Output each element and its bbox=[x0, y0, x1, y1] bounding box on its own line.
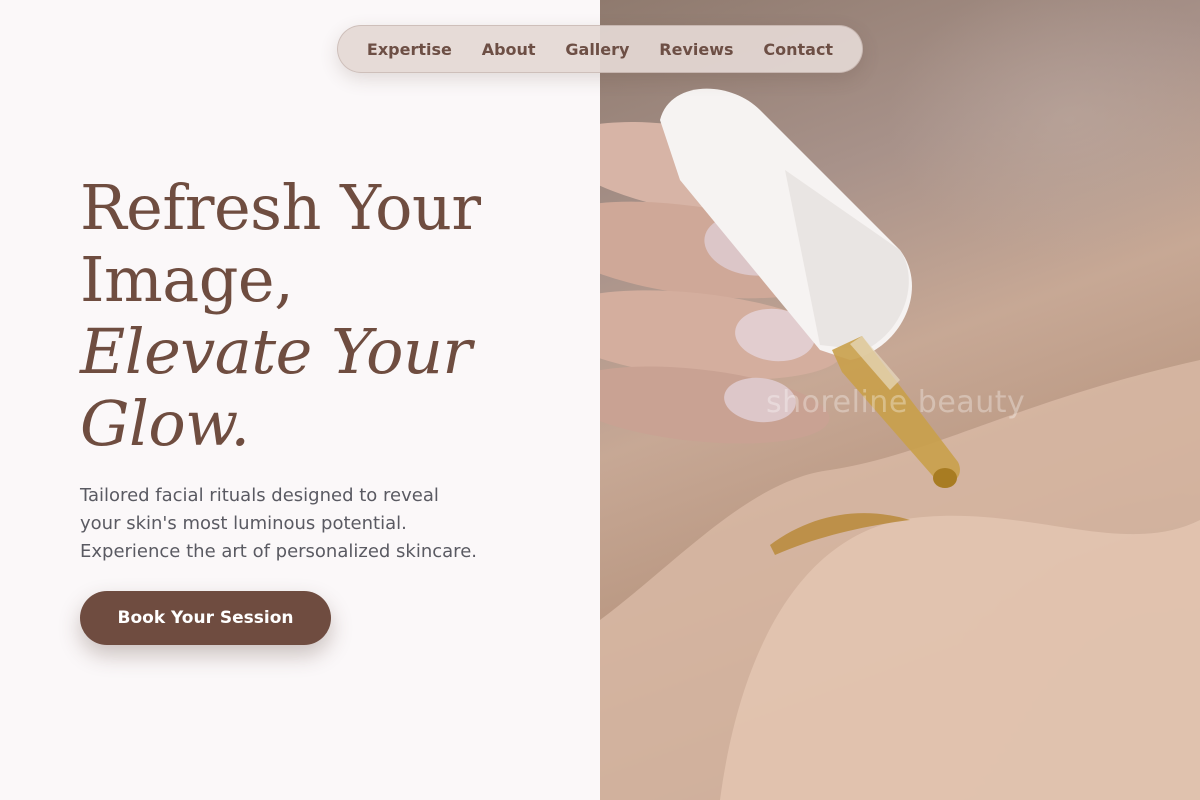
nav-item-reviews[interactable]: Reviews bbox=[659, 40, 733, 59]
subtitle-line: Tailored facial rituals designed to reve… bbox=[80, 485, 439, 506]
headline-italic-line: Glow. bbox=[80, 387, 250, 460]
nav-item-about[interactable]: About bbox=[482, 40, 536, 59]
subtitle-line: Experience the art of personalized skinc… bbox=[80, 541, 477, 562]
watermark-text: shoreline beauty bbox=[766, 385, 1026, 420]
top-navigation: Expertise About Gallery Reviews Contact bbox=[337, 25, 863, 73]
hero-headline: Refresh Your Image, Elevate Your Glow. bbox=[80, 172, 580, 460]
headline-italic-line: Elevate Your bbox=[80, 315, 472, 388]
hero-photo: shoreline beauty bbox=[600, 0, 1200, 800]
headline-line: Image, bbox=[80, 243, 294, 316]
nav-item-gallery[interactable]: Gallery bbox=[565, 40, 629, 59]
subtitle-line: your skin's most luminous potential. bbox=[80, 513, 407, 534]
nav-item-expertise[interactable]: Expertise bbox=[367, 40, 452, 59]
nav-item-contact[interactable]: Contact bbox=[763, 40, 833, 59]
book-session-button[interactable]: Book Your Session bbox=[80, 591, 331, 645]
hero-subtitle: Tailored facial rituals designed to reve… bbox=[80, 482, 550, 566]
headline-line: Refresh Your bbox=[80, 171, 481, 244]
